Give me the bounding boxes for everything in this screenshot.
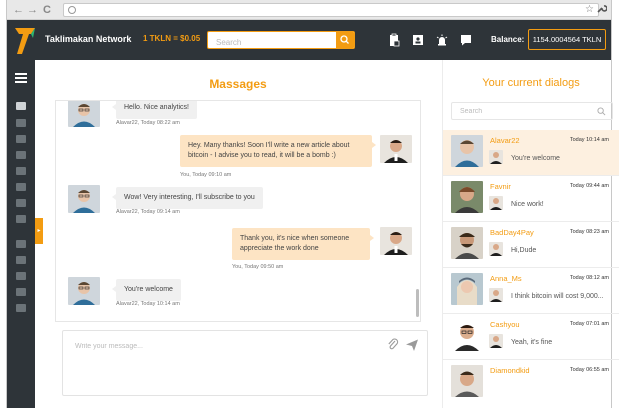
taklimakan-logo-icon[interactable]: [13, 24, 37, 56]
sidebar-user-icon[interactable]: [16, 119, 26, 127]
message-meta: You, Today 09:10 am: [180, 172, 232, 178]
avatar: [451, 319, 483, 351]
address-bar[interactable]: ☆: [63, 3, 599, 17]
dialog-name: Cashyou: [490, 320, 520, 329]
avatar-you: [380, 227, 412, 255]
sidebar-group-icon[interactable]: [16, 167, 26, 175]
avatar: [451, 365, 483, 397]
dialog-preview: I think bitcoin will cost 9,000...: [511, 293, 604, 300]
mini-avatar: [489, 196, 503, 210]
dialogs-search: [451, 102, 613, 120]
avatar: [451, 135, 483, 167]
dialog-item-anna-ms[interactable]: Anna_Ms Today 08:12 am I think bitcoin w…: [443, 268, 619, 314]
avatar: [451, 273, 483, 305]
sidebar-bank-icon[interactable]: [16, 240, 26, 248]
sidebar-person-icon[interactable]: [16, 272, 26, 280]
paperclip-icon[interactable]: [387, 338, 399, 352]
dialog-time: Today 08:12 am: [569, 275, 609, 281]
brand-name: Taklimakan Network: [45, 34, 132, 44]
dialogs-search-input[interactable]: [460, 106, 590, 117]
browser-window: ← → C ☆ Taklimakan Network 1 TKLN = $0.0…: [6, 0, 619, 408]
contact-card-icon[interactable]: [411, 33, 425, 47]
dialog-time: Today 09:44 am: [569, 183, 609, 189]
messages-title: Massages: [209, 77, 267, 91]
dialog-name: Favnir: [490, 182, 511, 191]
sidebar-folder-icon[interactable]: [16, 183, 26, 191]
chat-icon[interactable]: [459, 33, 473, 47]
back-icon[interactable]: ←: [13, 3, 24, 17]
dialog-time: Today 07:01 am: [569, 321, 609, 327]
header-search: [207, 31, 355, 51]
balance-label: Balance:: [491, 35, 525, 44]
sidebar-stats-icon[interactable]: [16, 256, 26, 264]
message-bubble: Hey. Many thanks! Soon I'll write a new …: [180, 135, 376, 167]
token-rate: 1 TKLN = $0.05: [143, 34, 201, 43]
balance-value: 1154.0004564 TKLN: [528, 29, 606, 50]
message-composer: [62, 330, 428, 396]
dialog-preview: You're welcome: [511, 155, 560, 162]
avatar-you: [380, 135, 412, 163]
message-bubble: You're welcome: [112, 279, 181, 301]
avatar-alavar22: [68, 185, 100, 213]
sidebar-tag-icon[interactable]: [16, 135, 26, 143]
dialog-item-favnir[interactable]: Favnir Today 09:44 am Nice work!: [443, 176, 619, 222]
avatar: [451, 181, 483, 213]
dialog-preview: Nice work!: [511, 201, 544, 208]
sidebar-news-icon[interactable]: [16, 288, 26, 296]
clipboard-icon[interactable]: [387, 33, 401, 47]
wrench-icon[interactable]: [597, 3, 608, 16]
dialog-time: Today 06:55 am: [569, 367, 609, 373]
dialog-name: Alavar22: [490, 136, 520, 145]
message-bubble: Hello. Nice analytics!: [112, 101, 197, 119]
mini-avatar: [489, 242, 503, 256]
browser-toolbar: ← → C ☆: [7, 0, 611, 20]
dialogs-title: Your current dialogs: [482, 77, 580, 89]
search-icon: [340, 35, 349, 44]
forward-icon[interactable]: →: [27, 3, 38, 17]
message-meta: Alavar22, Today 10:14 am: [116, 301, 180, 307]
sidebar-expand-tab[interactable]: ▸: [35, 218, 43, 244]
dialog-time: Today 10:14 am: [569, 137, 609, 143]
dialog-item-alavar22[interactable]: Alavar22 Today 10:14 am You're welcome: [443, 130, 619, 176]
dialog-name: BadDay4Pay: [490, 228, 534, 237]
message-input[interactable]: [75, 339, 365, 353]
search-icon[interactable]: [597, 107, 606, 116]
reload-icon[interactable]: C: [43, 3, 51, 17]
alarm-icon[interactable]: [435, 33, 449, 47]
sidebar-dashboard-icon[interactable]: [16, 102, 26, 110]
bookmark-star-icon[interactable]: ☆: [585, 4, 594, 16]
message-meta: Alavar22, Today 08:22 am: [116, 120, 180, 126]
avatar-alavar22: [68, 101, 100, 127]
page-icon: [68, 6, 76, 14]
dialog-name: Diamondkid: [490, 366, 530, 375]
dialog-time: Today 08:23 am: [569, 229, 609, 235]
search-button[interactable]: [336, 32, 354, 48]
dialog-preview: Yeah, it's fine: [511, 339, 553, 346]
mini-avatar: [489, 288, 503, 302]
dialog-name: Anna_Ms: [490, 274, 522, 283]
message-meta: You, Today 09:50 am: [232, 264, 284, 270]
mini-avatar: [489, 334, 503, 348]
avatar: [451, 227, 483, 259]
message-meta: Alavar22, Today 09:14 am: [116, 209, 180, 215]
chat-scrollbar[interactable]: [416, 289, 419, 317]
dialog-preview: Hi,Dude: [511, 247, 537, 254]
dialog-item-diamondkid[interactable]: Diamondkid Today 06:55 am: [443, 360, 619, 406]
hamburger-menu-icon[interactable]: [15, 73, 27, 83]
left-sidebar: [7, 60, 35, 408]
search-input[interactable]: [208, 34, 338, 51]
message-bubble: Wow! Very interesting, I'll subscribe to…: [112, 187, 263, 209]
sidebar-chart-icon[interactable]: [16, 304, 26, 312]
message-bubble: Thank you, it's nice when someone apprec…: [232, 228, 374, 260]
dialog-item-cashyou[interactable]: Cashyou Today 07:01 am Yeah, it's fine: [443, 314, 619, 360]
dialog-item-badday4pay[interactable]: BadDay4Pay Today 08:23 am Hi,Dude: [443, 222, 619, 268]
app-header: Taklimakan Network 1 TKLN = $0.05 Balanc…: [7, 20, 611, 60]
send-icon[interactable]: [405, 338, 419, 352]
sidebar-settings-icon[interactable]: [16, 199, 26, 207]
sidebar-wallet-icon[interactable]: [16, 151, 26, 159]
chat-thread[interactable]: Hello. Nice analytics! Alavar22, Today 0…: [55, 100, 421, 322]
mini-avatar: [489, 150, 503, 164]
avatar-alavar22: [68, 277, 100, 305]
sidebar-archive-icon[interactable]: [16, 215, 26, 223]
